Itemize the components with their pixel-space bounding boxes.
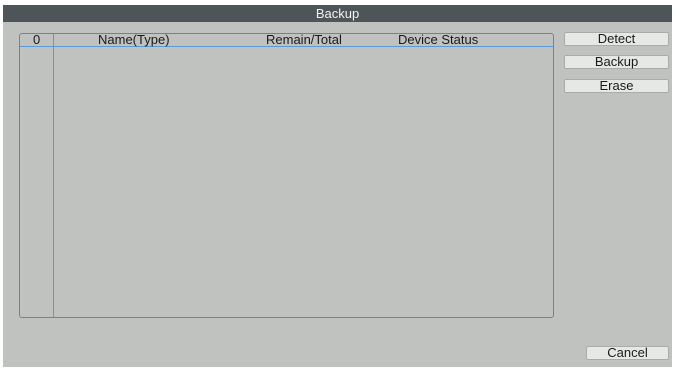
header-remain-total: Remain/Total xyxy=(266,32,342,47)
header-device-status: Device Status xyxy=(398,32,479,47)
header-index-checkbox[interactable]: 0 xyxy=(33,33,40,46)
dialog-title: Backup xyxy=(3,5,672,22)
detect-button[interactable]: Detect xyxy=(564,32,669,46)
column-divider xyxy=(53,34,54,317)
backup-device-table[interactable]: 0 Name(Type) Remain/Total Device Status xyxy=(19,33,554,318)
backup-button[interactable]: Backup xyxy=(564,55,669,69)
backup-dialog: Backup 0 Name(Type) Remain/Total Device … xyxy=(3,5,672,367)
erase-button[interactable]: Erase xyxy=(564,79,669,93)
table-header: 0 Name(Type) Remain/Total Device Status xyxy=(20,32,553,47)
header-name-type: Name(Type) xyxy=(98,32,170,47)
cancel-button[interactable]: Cancel xyxy=(586,346,669,360)
